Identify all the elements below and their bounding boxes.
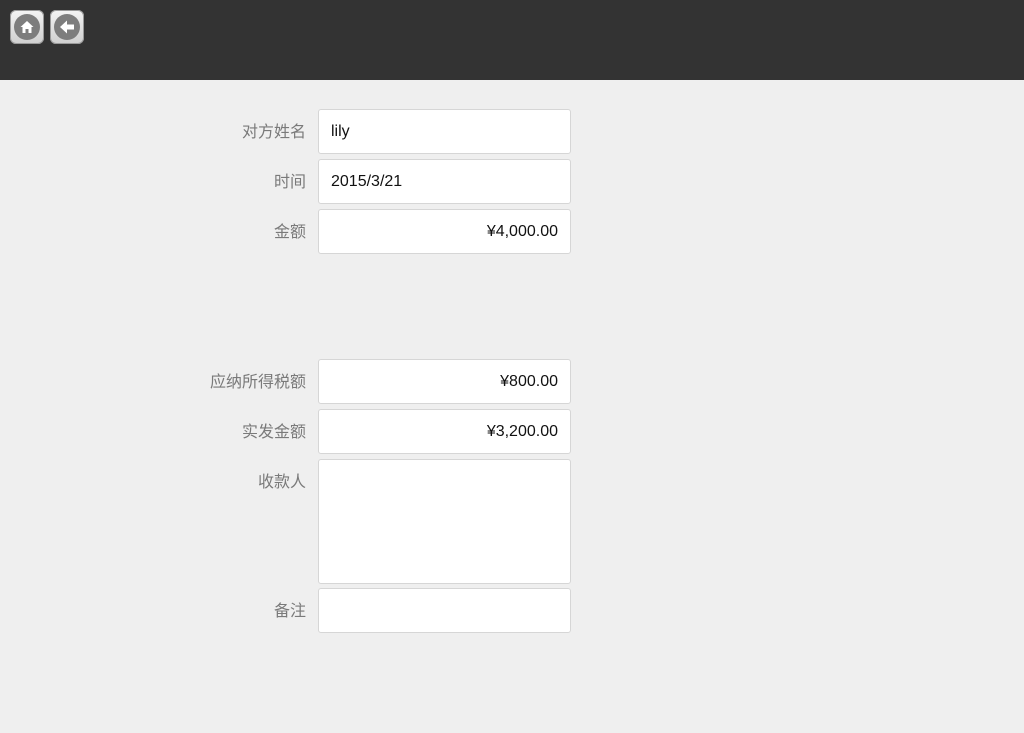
net-amount-label: 实发金额 — [241, 422, 306, 441]
remark-field[interactable] — [318, 588, 571, 633]
top-toolbar — [0, 0, 1024, 80]
remark-label: 备注 — [273, 601, 306, 620]
home-button[interactable] — [10, 10, 44, 44]
amount-field[interactable]: ¥4,000.00 — [318, 209, 571, 254]
back-button[interactable] — [50, 10, 84, 44]
amount-label: 金额 — [273, 222, 306, 241]
date-label: 时间 — [273, 172, 306, 191]
back-arrow-icon — [54, 14, 80, 40]
payee-textarea[interactable] — [318, 459, 571, 584]
payee-label: 收款人 — [257, 472, 306, 491]
counterparty-name-field[interactable]: lily — [318, 109, 571, 154]
date-field[interactable]: 2015/3/21 — [318, 159, 571, 204]
home-icon — [14, 14, 40, 40]
net-amount-field[interactable]: ¥3,200.00 — [318, 409, 571, 454]
counterparty-name-label: 对方姓名 — [241, 122, 306, 141]
taxable-amount-label: 应纳所得税额 — [209, 372, 306, 391]
taxable-amount-field[interactable]: ¥800.00 — [318, 359, 571, 404]
